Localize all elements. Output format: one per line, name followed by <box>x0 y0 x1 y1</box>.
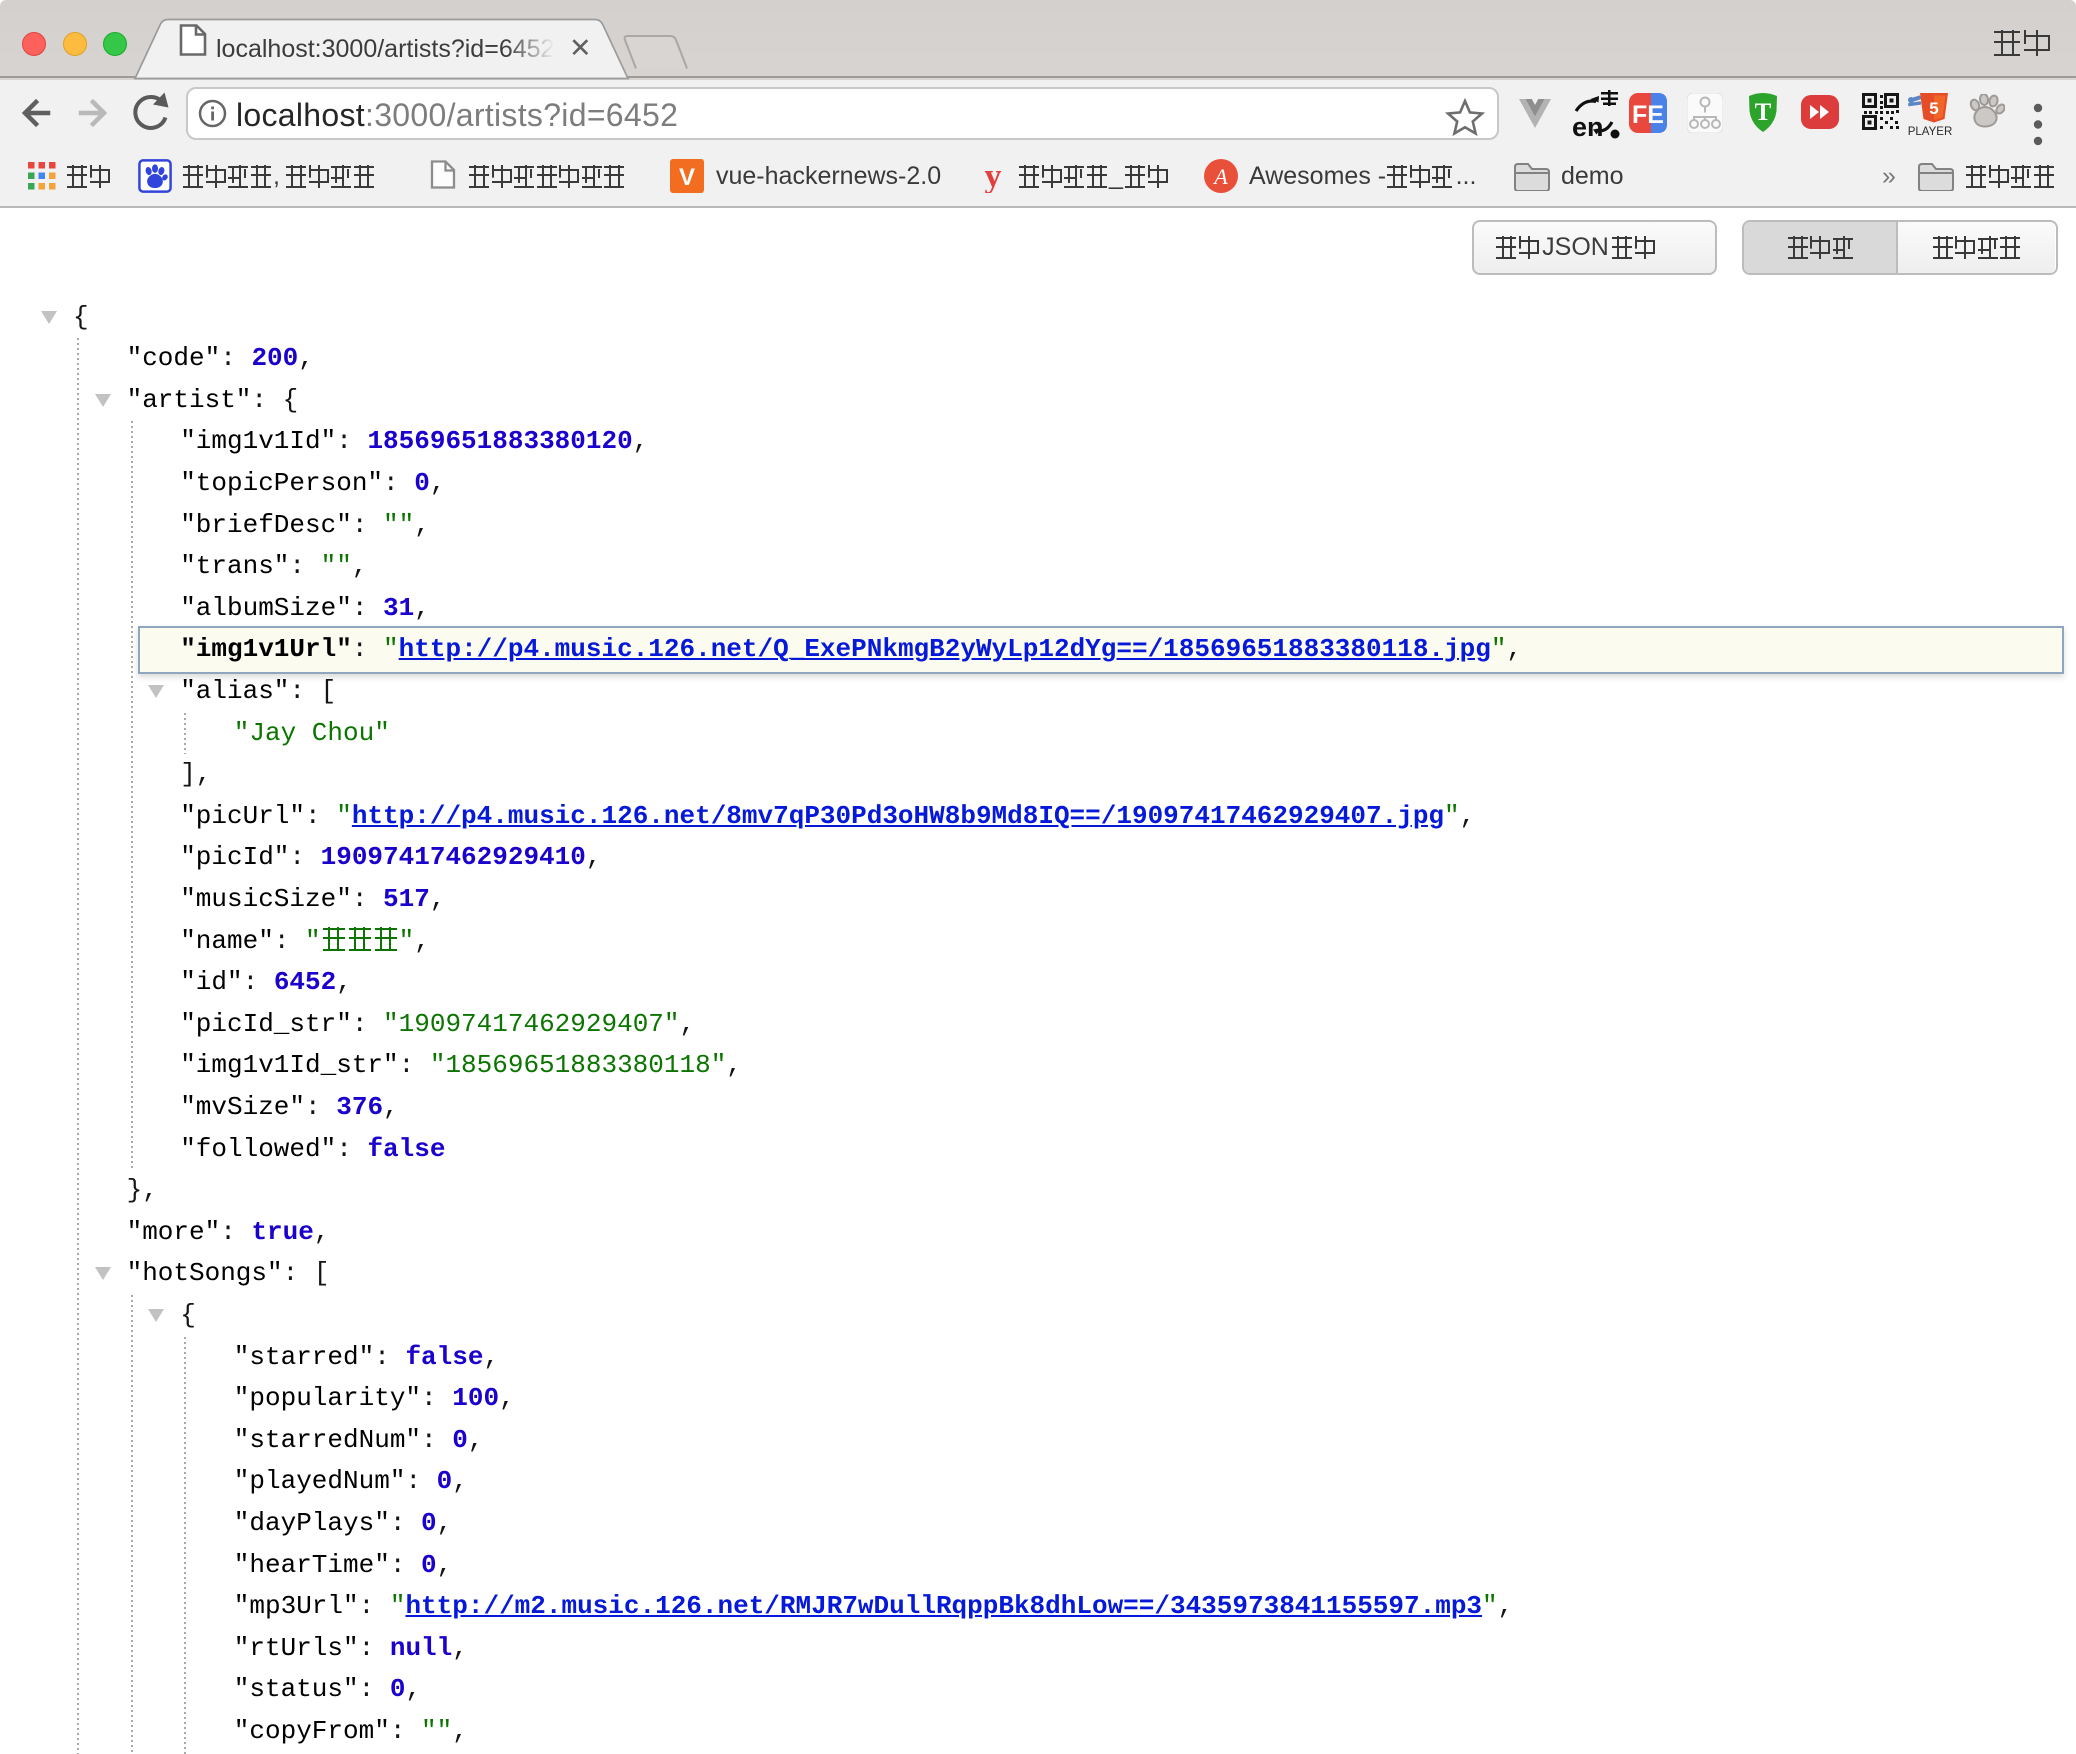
svg-text:V: V <box>679 164 695 191</box>
svg-text:FE: FE <box>1632 101 1664 129</box>
svg-text:PLAYER: PLAYER <box>1908 126 1953 137</box>
svg-text:A: A <box>1212 164 1228 189</box>
svg-text:T: T <box>1755 99 1772 126</box>
svg-text:5: 5 <box>1929 99 1938 118</box>
svg-text:en: en <box>1572 112 1604 141</box>
svg-text:y: y <box>985 159 1002 193</box>
